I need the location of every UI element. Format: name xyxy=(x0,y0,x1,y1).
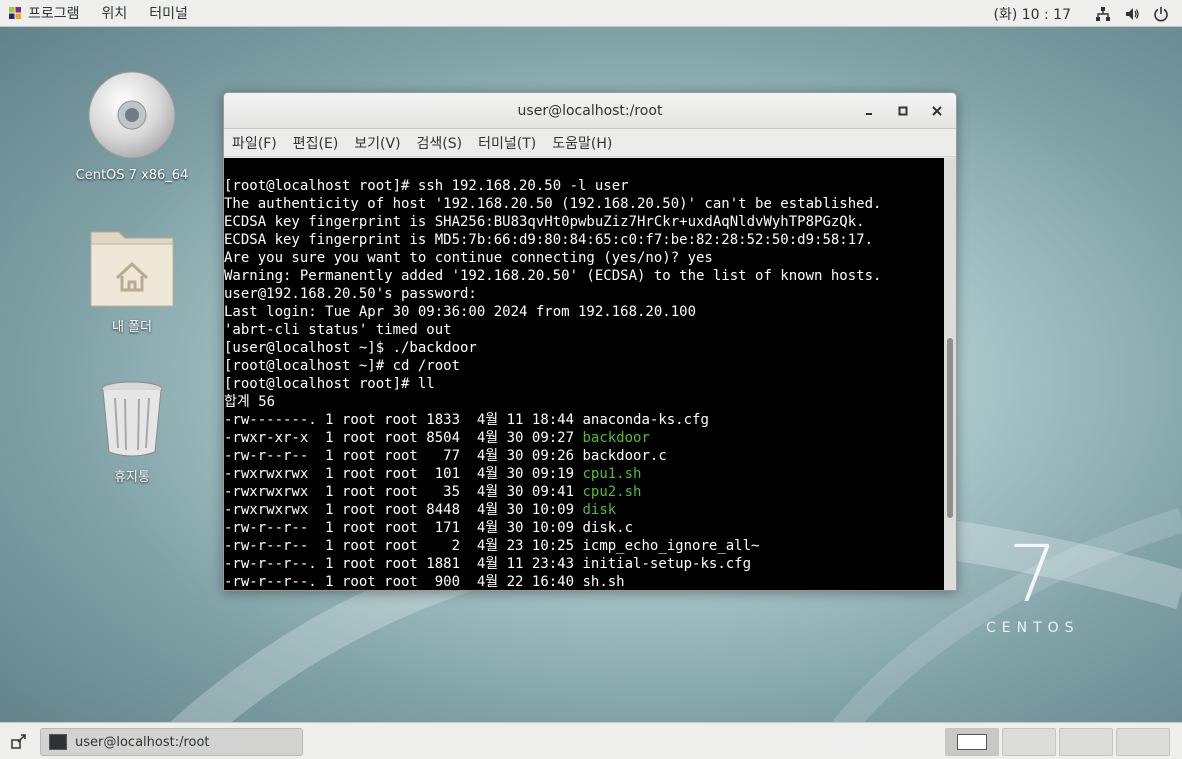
terminal-line: Warning: Permanently added '192.168.20.5… xyxy=(224,268,882,284)
show-desktop-icon xyxy=(11,734,26,749)
centos-brand-number: 7 xyxy=(1008,530,1058,620)
file-listing-meta: -rwxrwxrwx 1 root root 35 4월 30 09:41 xyxy=(224,484,583,500)
file-name: cpu2.sh xyxy=(582,484,642,500)
terminal-line: user@192.168.20.50's password: xyxy=(224,286,477,302)
network-icon[interactable] xyxy=(1095,6,1111,22)
power-icon[interactable] xyxy=(1153,6,1169,22)
terminal-scroll-thumb[interactable] xyxy=(947,338,953,518)
terminal-output[interactable]: [root@localhost root]# ssh 192.168.20.50… xyxy=(224,158,946,590)
volume-icon[interactable] xyxy=(1124,6,1140,22)
terminal-line: -rw-r--r--. 1 root root 900 4월 22 16:40 … xyxy=(224,573,946,590)
terminal-line: ECDSA key fingerprint is SHA256:BU83qvHt… xyxy=(224,214,865,230)
file-listing-meta: -rwxr-xr-x 1 root root 8504 4월 30 09:27 xyxy=(224,430,583,446)
file-listing-meta: -rwxrwxrwx 1 root root 101 4월 30 09:19 xyxy=(224,466,583,482)
file-name: icmp_echo_ignore_all~ xyxy=(582,538,760,554)
terminal-scrollbar[interactable] xyxy=(944,158,956,590)
terminal-line: -rw-r--r-- 1 root root 77 4월 30 09:26 ba… xyxy=(224,447,946,465)
desktop-icon-dvd-label: CentOS 7 x86_64 xyxy=(75,168,189,183)
bottom-panel: user@localhost:/root xyxy=(0,722,1182,759)
close-button[interactable] xyxy=(926,101,948,121)
workspace-switcher xyxy=(942,728,1170,756)
menu-edit[interactable]: 편집(E) xyxy=(285,133,347,153)
file-name: disk xyxy=(582,502,617,518)
terminal-line: -rw-r--r--. 1 root root 1881 4월 11 23:43… xyxy=(224,555,946,573)
minimize-button[interactable] xyxy=(858,101,880,121)
top-panel: 프로그램 위치 터미널 (화) 10 : 17 xyxy=(0,0,1182,27)
file-listing-meta: -rw-r--r-- 1 root root 77 4월 30 09:26 xyxy=(224,448,583,464)
file-name: initial-setup-ks.cfg xyxy=(582,556,752,572)
workspace-4[interactable] xyxy=(1116,728,1170,756)
file-listing-meta: -rw-r--r-- 1 root root 2 4월 23 10:25 xyxy=(224,538,583,554)
centos-brand-word: CENTOS xyxy=(986,620,1080,636)
workspace-1[interactable] xyxy=(945,728,999,756)
workspace-2[interactable] xyxy=(1002,728,1056,756)
workspace-window-thumb xyxy=(957,734,987,750)
desktop-icon-trash[interactable]: 휴지통 xyxy=(67,380,197,485)
desktop-icon-dvd[interactable]: CentOS 7 x86_64 xyxy=(67,70,197,183)
terminal-icon xyxy=(49,734,67,750)
show-desktop-button[interactable] xyxy=(8,731,30,751)
optical-disc-icon xyxy=(88,71,176,159)
file-listing-meta: -rw-r--r-- 1 root root 171 4월 30 10:09 xyxy=(224,520,583,536)
close-icon xyxy=(932,106,942,116)
file-listing-meta: -rw-r--r--. 1 root root 1881 4월 11 23:43 xyxy=(224,556,583,572)
terminal-line: -rwxr-xr-x 1 root root 8504 4월 30 09:27 … xyxy=(224,429,946,447)
window-titlebar[interactable]: user@localhost:/root xyxy=(224,93,956,129)
terminal-line: Are you sure you want to continue connec… xyxy=(224,250,713,266)
terminal-line: Last login: Tue Apr 30 09:36:00 2024 fro… xyxy=(224,304,697,320)
taskbar-terminal-label: user@localhost:/root xyxy=(75,734,210,750)
terminal-line: -rwxrwxrwx 1 root root 101 4월 30 09:19 c… xyxy=(224,465,946,483)
terminal-line: -rw-r--r-- 1 root root 171 4월 30 10:09 d… xyxy=(224,519,946,537)
terminal-line: -rw-------. 1 root root 1833 4월 11 18:44… xyxy=(224,411,946,429)
file-listing-meta: -rw-r--r--. 1 root root 900 4월 22 16:40 xyxy=(224,574,583,590)
applications-menu[interactable]: 프로그램 xyxy=(0,0,91,27)
applications-menu-label: 프로그램 xyxy=(28,6,80,22)
window-title: user@localhost:/root xyxy=(517,102,663,119)
terminal-menubar: 파일(F) 편집(E) 보기(V) 검색(S) 터미널(T) 도움말(H) xyxy=(224,129,956,157)
home-folder-icon xyxy=(90,231,174,307)
places-menu[interactable]: 위치 xyxy=(91,0,139,27)
centos-logo-icon xyxy=(9,7,21,19)
taskbar-terminal-item[interactable]: user@localhost:/root xyxy=(40,728,303,756)
menu-file[interactable]: 파일(F) xyxy=(224,133,285,153)
menu-help[interactable]: 도움말(H) xyxy=(544,133,620,153)
menu-terminal[interactable]: 터미널(T) xyxy=(470,133,544,153)
terminal-line: [root@localhost ~]# cd /root xyxy=(224,358,461,374)
terminal-line: [user@localhost ~]$ ./backdoor xyxy=(224,340,477,356)
clock[interactable]: (화) 10 : 17 xyxy=(993,4,1071,24)
minimize-icon xyxy=(866,113,872,115)
desktop-icon-home-folder[interactable]: 내 폴더 xyxy=(67,224,197,335)
file-listing-meta: -rwxrwxrwx 1 root root 8448 4월 30 10:09 xyxy=(224,502,583,518)
file-listing-meta: -rw-------. 1 root root 1833 4월 11 18:44 xyxy=(224,412,583,428)
desktop-icon-trash-label: 휴지통 xyxy=(114,470,150,485)
terminal-app-menu-label: 터미널 xyxy=(149,6,188,22)
trash-icon xyxy=(101,381,163,457)
terminal-line: -rwxrwxrwx 1 root root 8448 4월 30 10:09 … xyxy=(224,501,946,519)
terminal-app-menu[interactable]: 터미널 xyxy=(138,0,199,27)
terminal-line: -rw-r--r-- 1 root root 2 4월 23 10:25 icm… xyxy=(224,537,946,555)
file-name: sh.sh xyxy=(582,574,625,590)
file-name: disk.c xyxy=(582,520,634,536)
terminal-window: user@localhost:/root 파일(F) 편집(E) 보기(V) 검… xyxy=(223,92,957,591)
terminal-line: [root@localhost root]# ssh 192.168.20.50… xyxy=(224,178,629,194)
terminal-line: The authenticity of host '192.168.20.50 … xyxy=(224,196,882,212)
terminal-line: [root@localhost root]# ll xyxy=(224,376,435,392)
menu-view[interactable]: 보기(V) xyxy=(346,133,408,153)
terminal-line: 'abrt-cli status' timed out xyxy=(224,322,452,338)
workspace-3[interactable] xyxy=(1059,728,1113,756)
desktop-icon-home-folder-label: 내 폴더 xyxy=(111,320,152,335)
terminal-line: -rwxrwxrwx 1 root root 35 4월 30 09:41 cp… xyxy=(224,483,946,501)
file-name: cpu1.sh xyxy=(582,466,642,482)
file-name: backdoor.c xyxy=(582,448,667,464)
menu-search[interactable]: 검색(S) xyxy=(409,133,471,153)
places-menu-label: 위치 xyxy=(101,6,128,22)
file-name: backdoor xyxy=(582,430,650,446)
terminal-line: 합계 56 xyxy=(224,394,276,410)
terminal-line: ECDSA key fingerprint is MD5:7b:66:d9:80… xyxy=(224,232,874,248)
maximize-icon xyxy=(898,106,908,116)
file-name: anaconda-ks.cfg xyxy=(582,412,709,428)
maximize-button[interactable] xyxy=(892,101,914,121)
